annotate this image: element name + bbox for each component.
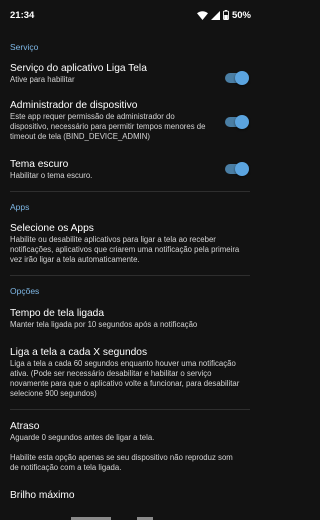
pref-admin-summary-3: timeout de tela (BIND_DEVICE_ADMIN) xyxy=(10,132,150,141)
pref-screen-on-time[interactable]: Tempo de tela ligada Manter tela ligada … xyxy=(0,307,260,330)
pref-service-title: Serviço do aplicativo Liga Tela xyxy=(10,63,147,74)
pref-on-time-title: Tempo de tela ligada xyxy=(10,308,105,319)
pref-brightness-title: Brilho máximo xyxy=(10,490,75,501)
service-toggle[interactable] xyxy=(223,71,249,85)
pref-select-apps-title: Selecione os Apps xyxy=(10,223,94,234)
dark-theme-toggle[interactable] xyxy=(223,162,249,176)
pref-every-x-title: Liga a tela a cada X segundos xyxy=(10,347,148,358)
status-icons: 50% xyxy=(196,9,251,21)
status-bar: 21:34 50% xyxy=(0,0,260,30)
pref-admin[interactable]: Administrador de dispositivo Este app re… xyxy=(0,99,260,142)
admin-toggle[interactable] xyxy=(223,115,249,129)
divider xyxy=(10,275,250,276)
pref-every-x-seconds[interactable]: Liga a tela a cada X segundos Liga a tel… xyxy=(0,346,260,399)
pref-on-time-summary: Manter tela ligada por 10 segundos após … xyxy=(10,320,198,329)
pref-admin-title: Administrador de dispositivo xyxy=(10,100,138,111)
signal-icon xyxy=(210,10,220,20)
divider xyxy=(10,191,250,192)
pref-max-brightness[interactable]: Brilho máximo xyxy=(0,489,260,502)
pref-select-apps-summary-1: Habilite ou desabilite aplicativos para … xyxy=(10,235,216,244)
pref-delay-summary-4: de notificação com a tela ligada. xyxy=(10,463,122,472)
section-servico: Serviço xyxy=(10,42,39,52)
pref-every-x-summary-4: selecione 900 segundos) xyxy=(10,389,97,398)
status-time: 21:34 xyxy=(10,9,35,21)
pref-dark-summary: Habilitar o tema escuro. xyxy=(10,171,93,180)
pref-delay-summary-3: Habilite esta opção apenas se seu dispos… xyxy=(10,453,233,462)
pref-delay-summary-1: Aguarde 0 segundos antes de ligar a tela… xyxy=(10,433,155,442)
pref-select-apps[interactable]: Selecione os Apps Habilite ou desabilite… xyxy=(0,222,260,265)
pref-delay-summary-2 xyxy=(10,443,250,453)
battery-percent: 50% xyxy=(231,9,251,21)
pref-select-apps-summary-2: notificações, aplicativos que criarem um… xyxy=(10,245,240,254)
pref-admin-summary-1: Este app requer permissão de administrad… xyxy=(10,112,175,121)
pref-select-apps-summary-3: vez irão ligar a tela automaticamente. xyxy=(10,255,140,264)
pref-admin-summary-2: dispositivo, necessário para permitir te… xyxy=(10,122,206,131)
pref-every-x-summary-3: novamente para que o aplicativo volte a … xyxy=(10,379,240,388)
pref-dark-title: Tema escuro xyxy=(10,159,69,170)
pref-service[interactable]: Serviço do aplicativo Liga Tela Ative pa… xyxy=(0,62,260,85)
section-apps: Apps xyxy=(10,202,30,212)
wifi-icon xyxy=(196,10,208,20)
pref-every-x-summary-2: ativa. (Pode ser necessário desabilitar … xyxy=(10,369,212,378)
pref-every-x-summary-1: Liga a tela a cada 60 segundos enquanto … xyxy=(10,359,236,368)
divider xyxy=(10,409,250,410)
battery-icon xyxy=(223,10,229,20)
pref-delay-title: Atraso xyxy=(10,421,40,432)
pref-dark-theme[interactable]: Tema escuro Habilitar o tema escuro. xyxy=(0,158,260,181)
pref-delay[interactable]: Atraso Aguarde 0 segundos antes de ligar… xyxy=(0,420,260,473)
section-opcoes: Opções xyxy=(10,286,40,296)
pref-service-summary: Ative para habilitar xyxy=(10,75,75,84)
